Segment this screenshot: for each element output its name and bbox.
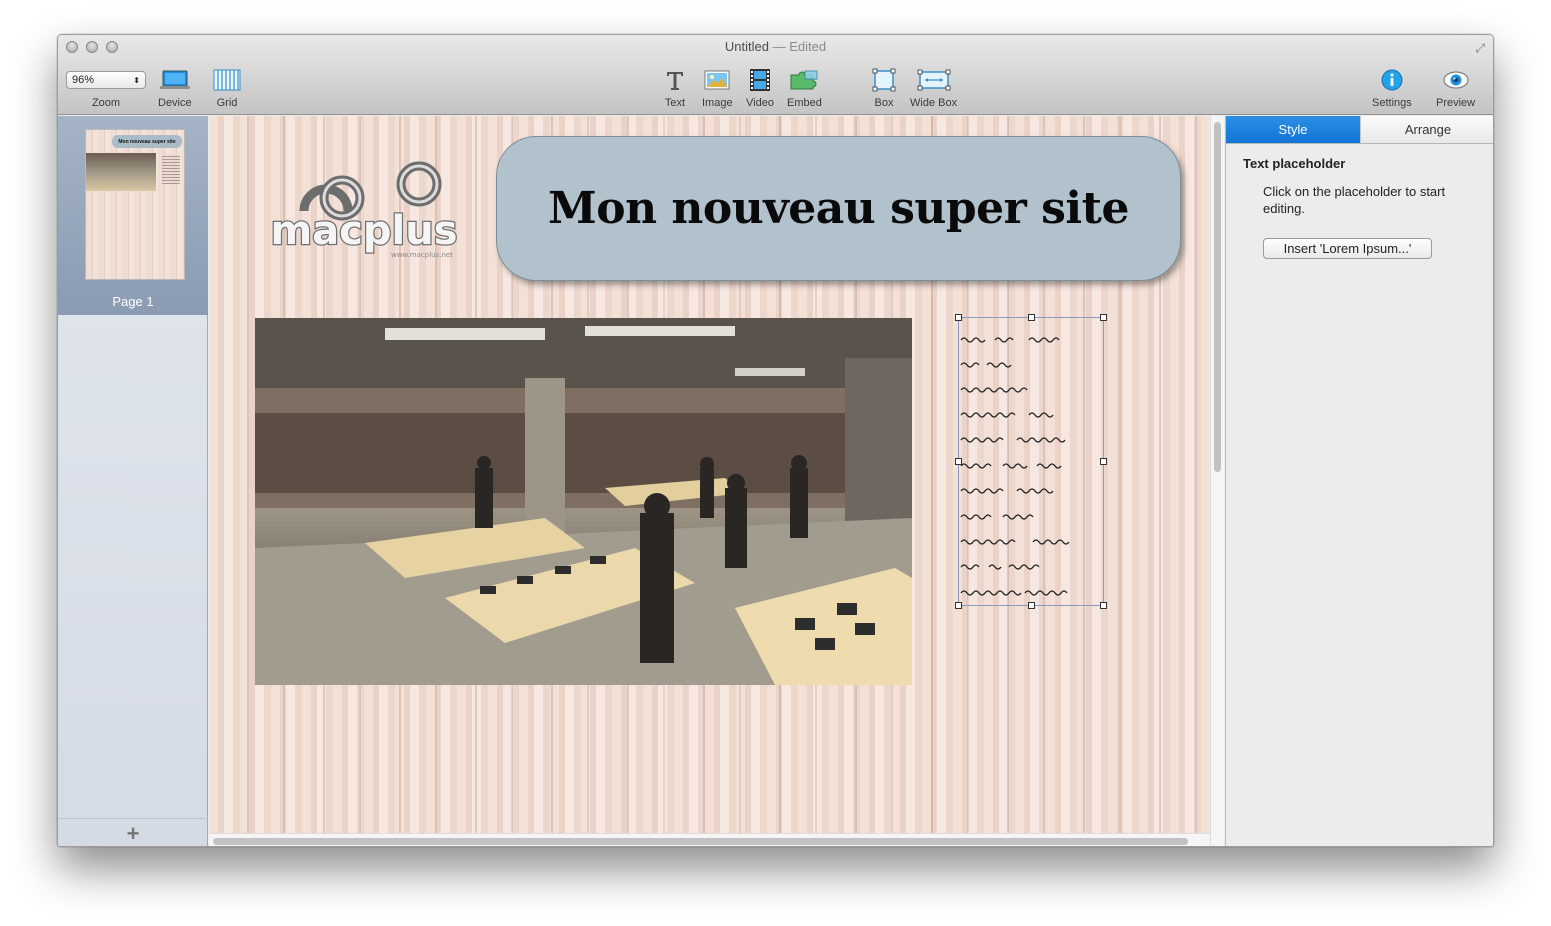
header-banner[interactable]: Mon nouveau super site [496, 136, 1181, 281]
scribble-lines [960, 337, 1070, 596]
logo-url: www.macplus.net [391, 251, 453, 259]
inspector-tabs: Style Arrange [1226, 116, 1493, 144]
box-button[interactable]: Box [872, 65, 896, 109]
fullscreen-icon[interactable]: ⤢ [1475, 41, 1485, 56]
wide-box-label: Wide Box [910, 97, 958, 109]
insert-lorem-ipsum-button[interactable]: Insert 'Lorem Ipsum...' [1263, 238, 1432, 259]
logo-wordmark: macplus [270, 208, 457, 254]
text-button[interactable]: Text [664, 65, 686, 109]
embed-label: Embed [787, 97, 822, 109]
macplus-logo[interactable]: macplus www.macplus.net [264, 156, 464, 266]
image-button[interactable]: Image [702, 65, 733, 109]
grid-button[interactable]: Grid [213, 65, 241, 109]
updown-arrows-icon: ⬍ [133, 75, 140, 85]
puzzle-icon [789, 65, 819, 95]
thumbnail-photo [86, 153, 156, 191]
grid-icon [213, 65, 241, 95]
thumbnail-banner: Mon nouveau super site [112, 135, 182, 148]
resize-handle-top-right[interactable] [1100, 314, 1107, 321]
zoom-value: 96% [72, 74, 95, 86]
tab-style[interactable]: Style [1226, 116, 1361, 143]
resize-handle-bottom[interactable] [1028, 602, 1035, 609]
box-icon [872, 65, 896, 95]
inspector-heading: Text placeholder [1243, 156, 1346, 171]
pages-sidebar: Mon nouveau super site Page 1 + [58, 116, 208, 846]
zoom-tool: 96% ⬍ Zoom [66, 65, 146, 109]
text-label: Text [664, 97, 686, 109]
horizontal-scroll-thumb[interactable] [213, 838, 1188, 845]
add-page-plus-icon[interactable]: + [127, 822, 140, 845]
device-button[interactable]: Device [158, 65, 192, 109]
page-canvas[interactable]: macplus www.macplus.net Mon nouveau supe… [209, 116, 1209, 833]
text-icon [664, 65, 686, 95]
resize-handle-bottom-left[interactable] [955, 602, 962, 609]
embed-button[interactable]: Embed [787, 65, 822, 109]
device-label: Device [158, 97, 192, 109]
vertical-scroll-thumb[interactable] [1214, 122, 1221, 472]
title-toolbar: Untitled — Edited ⤢ 96% ⬍ Zoom Device Gr… [58, 35, 1493, 115]
inspector-panel: Style Arrange Text placeholder Click on … [1225, 116, 1493, 846]
settings-label: Settings [1372, 97, 1412, 109]
wide-box-icon [917, 65, 951, 95]
image-icon [704, 65, 730, 95]
text-placeholder[interactable] [955, 314, 1107, 609]
inspector-description: Click on the placeholder to start editin… [1263, 184, 1446, 216]
tab-arrange[interactable]: Arrange [1361, 116, 1493, 143]
resize-handle-right[interactable] [1100, 458, 1107, 465]
horizontal-scrollbar[interactable] [209, 833, 1210, 846]
page-item-1[interactable]: Mon nouveau super site Page 1 [58, 116, 208, 315]
eye-icon [1443, 65, 1469, 95]
resize-handle-top-left[interactable] [955, 314, 962, 321]
resize-handle-left[interactable] [955, 458, 962, 465]
document-title: Untitled [724, 39, 769, 54]
banner-title[interactable]: Mon nouveau super site [548, 183, 1129, 234]
preview-label: Preview [1436, 97, 1476, 109]
laptop-icon [159, 65, 190, 95]
window-title: Untitled — Edited [58, 39, 1493, 54]
wide-box-button[interactable]: Wide Box [910, 65, 957, 109]
video-label: Video [746, 97, 774, 109]
sidebar-footer: + [58, 818, 208, 846]
vertical-scrollbar[interactable] [1210, 116, 1224, 846]
page-thumbnail: Mon nouveau super site [85, 129, 185, 280]
video-button[interactable]: Video [746, 65, 774, 109]
thumbnail-text [162, 154, 180, 184]
store-photo[interactable] [255, 318, 912, 685]
settings-button[interactable]: Settings [1372, 65, 1412, 109]
page-label: Page 1 [112, 294, 154, 309]
resize-handle-top[interactable] [1028, 314, 1035, 321]
zoom-select[interactable]: 96% ⬍ [66, 71, 146, 89]
zoom-label: Zoom [91, 97, 121, 109]
app-window: Untitled — Edited ⤢ 96% ⬍ Zoom Device Gr… [57, 34, 1494, 847]
film-icon [749, 65, 771, 95]
edited-status: — Edited [772, 39, 827, 54]
preview-button[interactable]: Preview [1436, 65, 1475, 109]
image-label: Image [702, 97, 733, 109]
grid-label: Grid [216, 97, 238, 109]
info-icon [1380, 65, 1404, 95]
resize-handle-bottom-right[interactable] [1100, 602, 1107, 609]
box-label: Box [874, 97, 894, 109]
